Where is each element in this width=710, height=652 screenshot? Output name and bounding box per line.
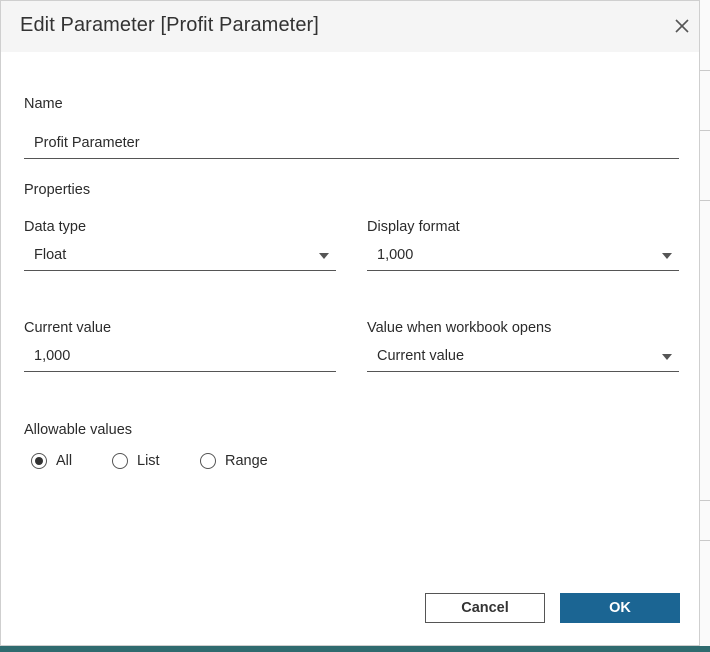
- cancel-button[interactable]: Cancel: [425, 593, 545, 623]
- display-format-label: Display format: [367, 219, 460, 235]
- close-icon: [675, 19, 689, 33]
- background-tick: [700, 70, 710, 71]
- background-tick: [700, 500, 710, 501]
- radio-all-label: All: [56, 453, 73, 469]
- radio-selected-icon: [31, 453, 47, 469]
- data-type-select[interactable]: Float: [24, 241, 336, 271]
- display-format-value: 1,000: [377, 247, 414, 263]
- current-value-label: Current value: [24, 320, 112, 336]
- background-tick: [700, 130, 710, 131]
- allowable-values-label: Allowable values: [24, 422, 133, 438]
- name-label: Name: [24, 96, 63, 112]
- radio-list-label: List: [137, 453, 160, 469]
- edit-parameter-dialog: Edit Parameter [Profit Parameter] Name P…: [0, 0, 700, 646]
- radio-list[interactable]: List: [112, 451, 160, 471]
- name-field-value: Profit Parameter: [34, 135, 140, 151]
- dialog-title: Edit Parameter [Profit Parameter]: [20, 14, 319, 36]
- dialog-title-bar: Edit Parameter [Profit Parameter]: [1, 1, 699, 52]
- data-type-value: Float: [34, 247, 67, 263]
- background-tick: [700, 200, 710, 201]
- background-app-bottom: [0, 646, 710, 652]
- chevron-down-icon: [319, 253, 329, 259]
- radio-dot: [35, 457, 43, 465]
- value-when-opens-select[interactable]: Current value: [367, 342, 679, 372]
- current-value-field[interactable]: 1,000: [24, 342, 336, 372]
- value-when-opens-value: Current value: [377, 348, 465, 364]
- properties-heading: Properties: [24, 182, 91, 198]
- chevron-down-icon: [662, 253, 672, 259]
- value-when-opens-label: Value when workbook opens: [367, 320, 552, 336]
- current-value-text: 1,000: [34, 348, 71, 364]
- radio-range-label: Range: [225, 453, 268, 469]
- ok-button[interactable]: OK: [560, 593, 680, 623]
- radio-unselected-icon: [112, 453, 128, 469]
- chevron-down-icon: [662, 354, 672, 360]
- name-field[interactable]: Profit Parameter: [24, 129, 679, 159]
- data-type-label: Data type: [24, 219, 87, 235]
- radio-all[interactable]: All: [31, 451, 72, 471]
- background-tick: [700, 540, 710, 541]
- radio-unselected-icon: [200, 453, 216, 469]
- display-format-select[interactable]: 1,000: [367, 241, 679, 271]
- radio-range[interactable]: Range: [200, 451, 268, 471]
- close-button[interactable]: [669, 13, 695, 39]
